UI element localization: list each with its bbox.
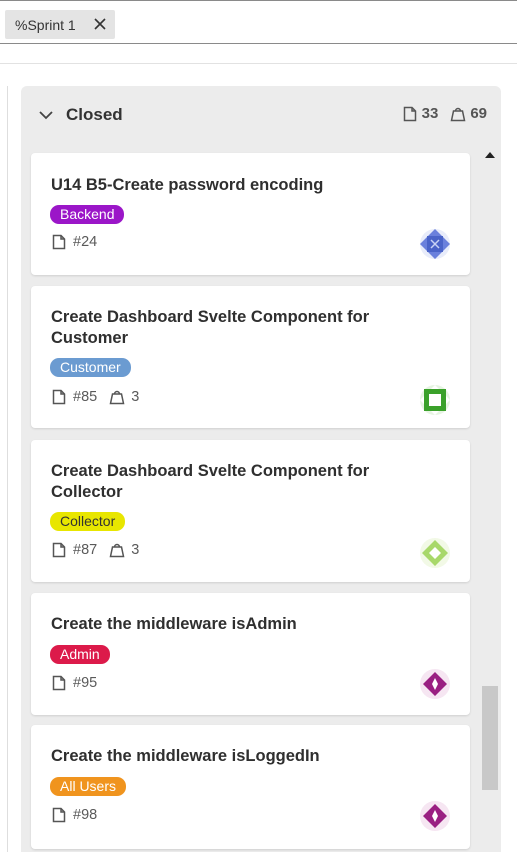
list-header: Closed 33 69 xyxy=(21,86,501,144)
list-scrollbar[interactable] xyxy=(481,148,499,852)
issue-title[interactable]: Create the middleware isAdmin xyxy=(51,614,431,635)
weight-icon xyxy=(450,107,466,121)
issue-title[interactable]: Create Dashboard Svelte Component for Cu… xyxy=(51,307,431,349)
label-badge[interactable]: All Users xyxy=(50,777,127,796)
issue-number: #85 xyxy=(73,389,98,405)
board-list-closed: Closed 33 69 U14 B5-Create password enco… xyxy=(21,86,501,852)
filter-token-label: %Sprint 1 xyxy=(15,16,76,33)
list-stats: 33 69 xyxy=(402,105,487,122)
label-badge[interactable]: Backend xyxy=(50,205,125,224)
issue-card[interactable]: Create the middleware isAdmin Admin #95 xyxy=(31,593,470,715)
issue-count: 33 xyxy=(421,105,439,122)
avatar[interactable] xyxy=(420,669,450,699)
issue-number: #87 xyxy=(73,542,98,558)
label-badge[interactable]: Collector xyxy=(50,512,126,531)
issue-title[interactable]: U14 B5-Create password encoding xyxy=(51,175,431,196)
avatar[interactable] xyxy=(420,801,450,831)
issue-weight: 3 xyxy=(131,542,140,558)
issue-meta: #85 3 xyxy=(51,389,139,405)
filter-bar: %Sprint 1 xyxy=(0,0,517,44)
issue-meta: #24 xyxy=(51,234,97,250)
issue-title[interactable]: Create Dashboard Svelte Component for Co… xyxy=(51,461,431,503)
avatar[interactable] xyxy=(420,385,450,415)
issue-meta: #98 xyxy=(51,807,97,823)
issue-number: #95 xyxy=(73,675,98,691)
issue-meta: #87 3 xyxy=(51,542,139,558)
weight-icon xyxy=(109,390,125,405)
label-badge[interactable]: Customer xyxy=(50,358,131,377)
filter-token[interactable]: %Sprint 1 xyxy=(5,10,115,39)
list-title: Closed xyxy=(66,105,123,124)
label-badge[interactable]: Admin xyxy=(50,645,110,664)
issue-card[interactable]: Create the middleware isLoggedIn All Use… xyxy=(31,725,470,849)
issue-title[interactable]: Create the middleware isLoggedIn xyxy=(51,746,431,767)
issue-type-icon xyxy=(52,389,66,405)
issue-type-icon xyxy=(52,234,66,250)
issue-number: #24 xyxy=(73,234,98,250)
issue-card[interactable]: Create Dashboard Svelte Component for Cu… xyxy=(31,286,470,428)
scroll-up-arrow-icon[interactable] xyxy=(485,152,495,158)
issue-meta: #95 xyxy=(51,675,97,691)
issue-type-icon xyxy=(52,675,66,691)
divider xyxy=(0,63,517,64)
scroll-thumb[interactable] xyxy=(482,686,498,790)
issues-icon xyxy=(403,106,416,121)
issue-type-icon xyxy=(52,542,66,558)
issue-type-icon xyxy=(52,807,66,823)
issue-card[interactable]: U14 B5-Create password encoding Backend … xyxy=(31,153,470,275)
weight-icon xyxy=(109,543,125,558)
weight-total: 69 xyxy=(470,105,487,122)
close-icon[interactable] xyxy=(92,16,108,32)
issue-number: #98 xyxy=(73,807,98,823)
previous-column-edge xyxy=(0,86,8,852)
chevron-down-icon[interactable] xyxy=(38,107,54,123)
issue-weight: 3 xyxy=(131,389,140,405)
avatar[interactable] xyxy=(420,229,450,259)
issue-card[interactable]: Create Dashboard Svelte Component for Co… xyxy=(31,440,470,582)
avatar[interactable] xyxy=(420,538,450,568)
